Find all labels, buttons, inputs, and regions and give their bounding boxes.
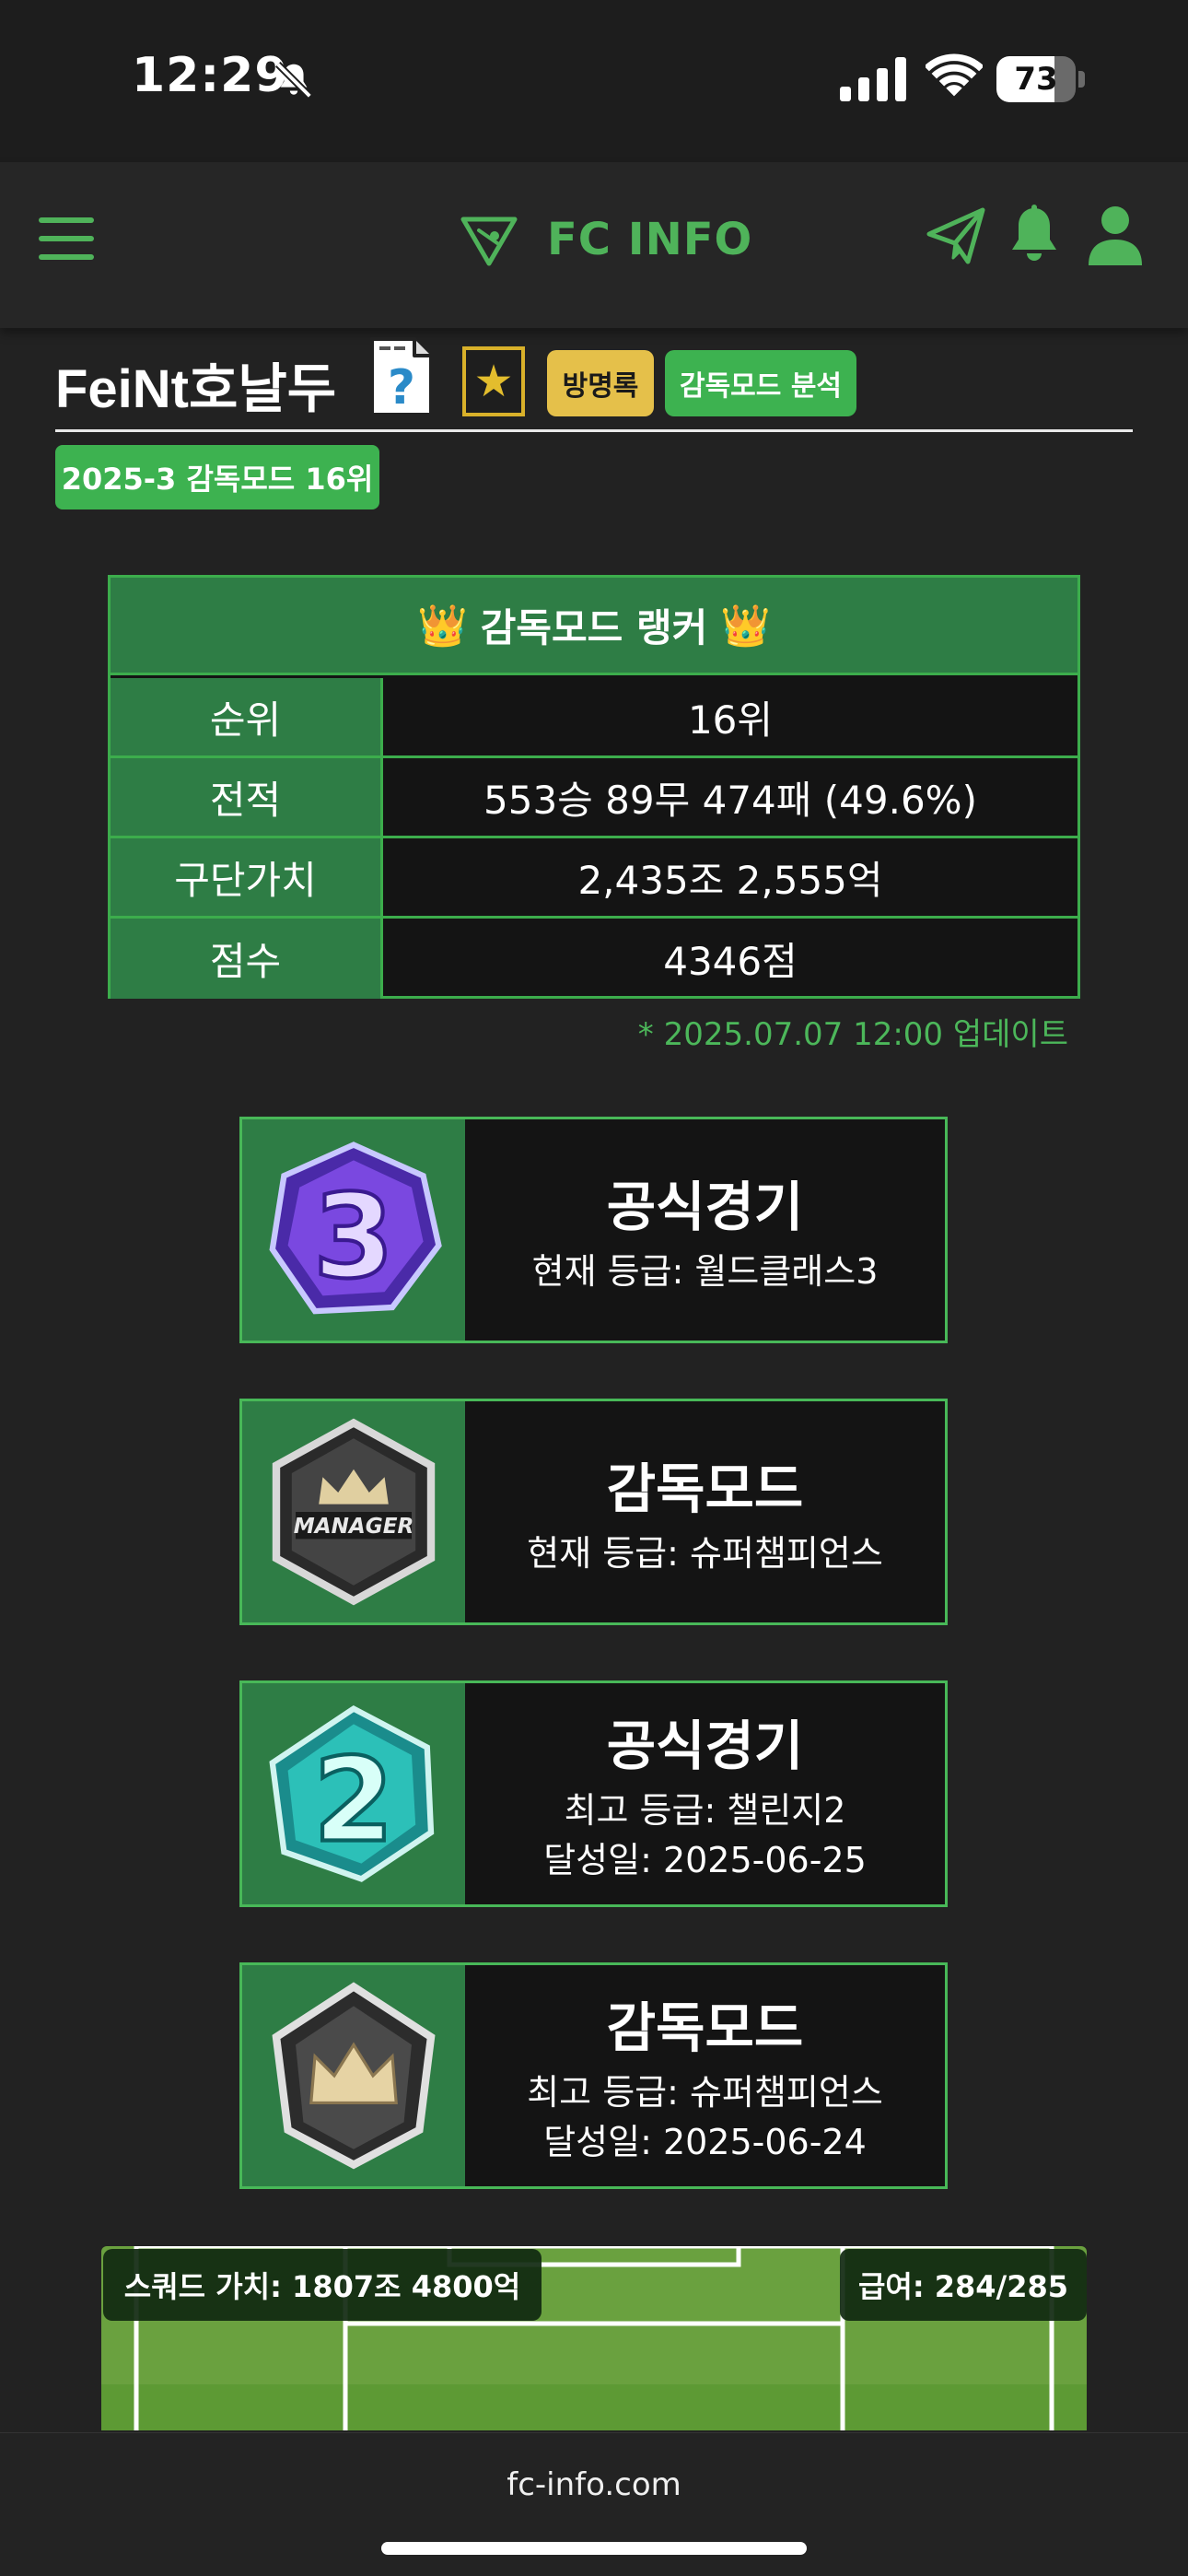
division-card: 감독모드 최고 등급: 슈퍼챔피언스 달성일: 2025-06-24: [239, 1962, 948, 2189]
bell-muted-icon: [275, 62, 312, 99]
card-text: 감독모드 현재 등급: 슈퍼챔피언스: [465, 1401, 945, 1622]
division-card: MANAGER 감독모드 현재 등급: 슈퍼챔피언스: [239, 1399, 948, 1625]
guestbook-button[interactable]: 방명록: [547, 350, 654, 416]
super-champions-badge-icon: [272, 1982, 436, 2170]
ranker-table-title: 감독모드 랭커: [480, 605, 708, 650]
table-row: 점수 4346점: [111, 919, 1077, 999]
card-title: 감독모드: [606, 1996, 804, 2059]
card-title: 감독모드: [606, 1458, 804, 1520]
row-label: 순위: [111, 678, 383, 755]
card-achieved-date: 달성일: 2025-06-24: [543, 2122, 867, 2162]
crown-icon: 👑: [416, 602, 468, 650]
card-icon-area: MANAGER: [242, 1401, 465, 1622]
card-title: 공식경기: [606, 1715, 804, 1777]
card-text: 공식경기 최고 등급: 챌린지2 달성일: 2025-06-25: [465, 1683, 945, 1904]
svg-text:2: 2: [313, 1732, 394, 1868]
notification-bell-icon[interactable]: [1007, 205, 1061, 265]
row-value: 2,435조 2,555억: [577, 857, 883, 903]
home-indicator[interactable]: [381, 2542, 807, 2555]
squad-value-label: 스쿼드 가치: 1807조 4800억: [103, 2249, 542, 2321]
card-icon-area: [242, 1965, 465, 2186]
status-time: 12:29: [132, 48, 289, 103]
crown-icon: 👑: [720, 602, 772, 650]
card-achieved-date: 달성일: 2025-06-25: [543, 1840, 867, 1880]
manager-ranker-table: 👑 감독모드 랭커 👑 순위 16위 전적 553승 89무 474패 (49.…: [108, 575, 1080, 999]
row-label: 점수: [111, 919, 383, 999]
manager-badge-icon: MANAGER: [272, 1418, 436, 1606]
send-icon[interactable]: [926, 206, 986, 265]
star-icon: ★: [473, 356, 514, 407]
card-text: 감독모드 최고 등급: 슈퍼챔피언스 달성일: 2025-06-24: [465, 1965, 945, 2186]
card-icon-area: 3: [242, 1119, 465, 1341]
card-text: 공식경기 현재 등급: 월드클래스3: [465, 1119, 945, 1341]
fc-info-logo-icon[interactable]: [460, 212, 518, 267]
favorite-star-button[interactable]: ★: [462, 346, 525, 416]
wifi-icon: [926, 53, 983, 97]
svg-text:MANAGER: MANAGER: [294, 1515, 413, 1539]
card-grade: 현재 등급: 월드클래스3: [531, 1251, 879, 1292]
app-title[interactable]: FC INFO: [547, 214, 752, 265]
svg-text:?: ?: [388, 360, 415, 416]
table-row: 순위 16위: [111, 678, 1077, 758]
row-label: 구단가치: [111, 838, 383, 916]
world-class-3-badge-icon: 3: [269, 1142, 442, 1315]
battery-cap: [1078, 71, 1085, 88]
card-title: 공식경기: [606, 1176, 804, 1238]
card-grade: 현재 등급: 슈퍼챔피언스: [527, 1533, 883, 1574]
division-card: 2 공식경기 최고 등급: 챌린지2 달성일: 2025-06-25: [239, 1680, 948, 1907]
challenge-2-badge-icon: 2: [269, 1704, 435, 1882]
header-divider: [55, 429, 1133, 432]
ranker-table-header: 👑 감독모드 랭커 👑: [111, 578, 1077, 675]
unknown-document-icon[interactable]: ?: [367, 335, 435, 418]
battery-icon: 73: [996, 56, 1085, 102]
player-name: FeiNt호날두: [55, 359, 337, 419]
update-timestamp: * 2025.07.07 12:00 업데이트: [637, 1016, 1068, 1053]
browser-bottom-bar: fc-info.com: [0, 2432, 1188, 2576]
svg-text:3: 3: [313, 1168, 394, 1304]
status-bar: 12:29 73: [0, 0, 1188, 162]
row-value: 4346점: [663, 939, 798, 984]
division-card: 3 공식경기 현재 등급: 월드클래스3: [239, 1117, 948, 1343]
card-icon-area: 2: [242, 1683, 465, 1904]
row-label: 전적: [111, 758, 383, 836]
app-header: FC INFO: [0, 162, 1188, 328]
browser-url[interactable]: fc-info.com: [0, 2466, 1188, 2503]
table-row: 구단가치 2,435조 2,555억: [111, 838, 1077, 919]
row-value: 16위: [687, 697, 774, 743]
manager-mode-analysis-button[interactable]: 감독모드 분석: [665, 350, 856, 416]
cellular-signal-icon: [840, 57, 906, 101]
salary-label: 급여: 284/285: [840, 2249, 1087, 2321]
card-grade: 최고 등급: 챌린지2: [564, 1790, 846, 1831]
row-value: 553승 89무 474패 (49.6%): [483, 777, 977, 823]
hamburger-menu-icon[interactable]: [39, 217, 94, 260]
card-grade: 최고 등급: 슈퍼챔피언스: [527, 2072, 883, 2113]
table-row: 전적 553승 89무 474패 (49.6%): [111, 758, 1077, 838]
season-rank-badge: 2025-3 감독모드 16위: [55, 445, 379, 509]
battery-level: 73: [1014, 61, 1058, 98]
page: 12:29 73 FC INFO FeiNt호날두 ? ★ 방명록 감독모드 분…: [0, 0, 1188, 2576]
user-profile-icon[interactable]: [1087, 205, 1144, 265]
